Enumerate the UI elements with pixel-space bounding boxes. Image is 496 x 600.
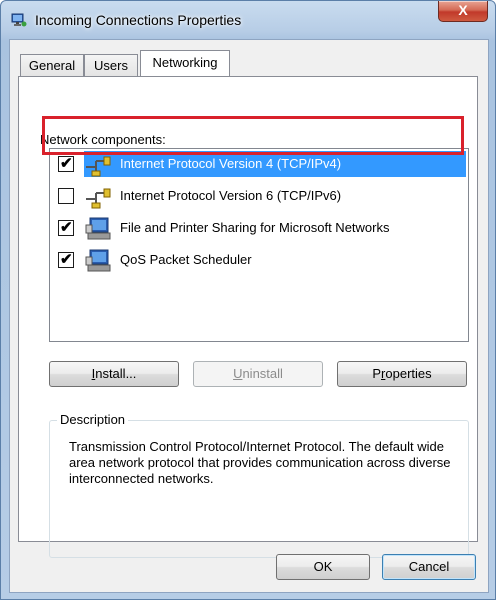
network-service-icon bbox=[85, 249, 111, 272]
window-title: Incoming Connections Properties bbox=[35, 12, 242, 28]
network-components-list[interactable]: ✔ Internet Protocol Version 4 (TCP/IPv4) bbox=[49, 148, 469, 342]
network-service-icon bbox=[85, 217, 111, 240]
network-connection-icon bbox=[11, 13, 27, 27]
properties-label-pre: P bbox=[372, 366, 382, 381]
properties-label-post: operties bbox=[385, 366, 432, 381]
title-bar[interactable]: Incoming Connections Properties X bbox=[1, 1, 495, 39]
cancel-button[interactable]: Cancel bbox=[382, 554, 476, 580]
properties-button[interactable]: Properties bbox=[337, 361, 467, 387]
install-label-post: nstall... bbox=[95, 366, 137, 381]
qos-label: QoS Packet Scheduler bbox=[120, 252, 252, 267]
check-icon: ✔ bbox=[60, 219, 73, 236]
ipv4-label: Internet Protocol Version 4 (TCP/IPv4) bbox=[120, 156, 342, 171]
uninstall-label-post: ninstall bbox=[242, 366, 283, 381]
tab-users[interactable]: Users bbox=[84, 54, 138, 76]
description-text: Transmission Control Protocol/Internet P… bbox=[69, 439, 451, 486]
tab-general[interactable]: General bbox=[20, 54, 84, 76]
check-icon: ✔ bbox=[60, 251, 73, 268]
list-item-ipv4[interactable]: ✔ Internet Protocol Version 4 (TCP/IPv4) bbox=[50, 149, 468, 179]
list-item-ipv6[interactable]: Internet Protocol Version 6 (TCP/IPv6) bbox=[50, 181, 468, 211]
ipv4-checkbox[interactable]: ✔ bbox=[58, 156, 74, 172]
ipv6-checkbox[interactable] bbox=[58, 188, 74, 204]
description-title: Description bbox=[57, 412, 129, 427]
file-printer-sharing-label: File and Printer Sharing for Microsoft N… bbox=[120, 220, 390, 235]
install-button[interactable]: Install... bbox=[49, 361, 179, 387]
dialog-client-area: General Users Networking Network compone… bbox=[9, 39, 489, 593]
network-protocol-icon bbox=[86, 188, 111, 209]
list-item-qos[interactable]: ✔ QoS Packet Scheduler bbox=[50, 245, 468, 275]
network-components-label: Network components: bbox=[40, 132, 166, 147]
tab-networking[interactable]: Networking bbox=[140, 50, 230, 76]
ipv6-label: Internet Protocol Version 6 (TCP/IPv6) bbox=[120, 188, 342, 203]
properties-dialog: Incoming Connections Properties X Genera… bbox=[0, 0, 496, 600]
file-printer-sharing-checkbox[interactable]: ✔ bbox=[58, 220, 74, 236]
check-icon: ✔ bbox=[60, 155, 73, 172]
close-button[interactable]: X bbox=[438, 1, 488, 22]
qos-checkbox[interactable]: ✔ bbox=[58, 252, 74, 268]
network-protocol-icon bbox=[86, 156, 111, 177]
uninstall-button[interactable]: Uninstall bbox=[193, 361, 323, 387]
list-item-file-printer-sharing[interactable]: ✔ File and Printer Sharing for Microsoft… bbox=[50, 213, 468, 243]
ok-button[interactable]: OK bbox=[276, 554, 370, 580]
networking-tab-panel: Network components: ✔ Internet Protocol … bbox=[18, 76, 478, 558]
